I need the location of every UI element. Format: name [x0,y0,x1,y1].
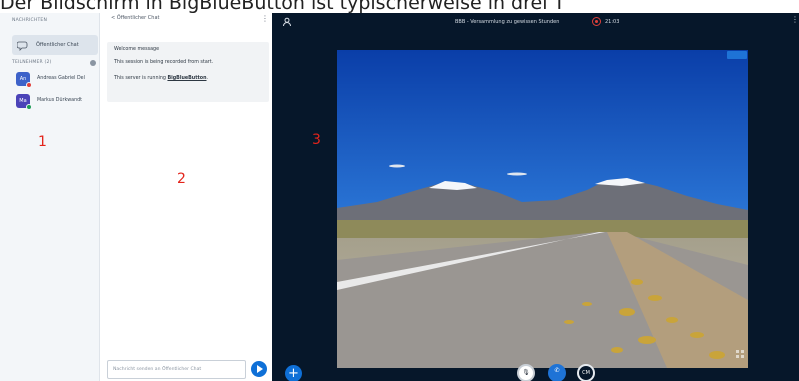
phone-icon: ✆ [554,367,560,374]
recording-time: 21:03 [605,19,620,25]
shared-screen-landscape-image [337,50,748,368]
region-marker-1: 1 [38,134,47,150]
send-button[interactable] [251,361,267,377]
share-webcam-button[interactable]: CM [577,364,595,381]
status-dot [26,82,32,88]
welcome-title: Welcome message [114,47,160,52]
welcome-message-box: Welcome message This session is being re… [107,42,269,102]
actions-add-button[interactable]: + [285,365,302,381]
gear-icon[interactable] [90,60,96,66]
left-sidebar: NACHRICHTEN Öffentlicher Chat TEILNEHMER… [0,10,100,381]
user-name: Markus Dürkwandt [37,98,83,103]
leave-audio-button[interactable]: ✆ [548,364,566,381]
mute-mic-button[interactable]: 🎙 [517,364,535,381]
chat-options-icon[interactable]: ⋮ [261,14,269,23]
camera-icon: CM [582,370,590,376]
user-icon[interactable] [282,17,292,27]
user-list-item[interactable]: Ma Markus Dürkwandt [16,94,100,112]
user-name: Andreas Gabriel Del [37,76,85,81]
avatar: An [16,72,32,88]
chat-panel: < Öffentlicher Chat ⋮ Welcome message Th… [101,10,272,381]
message-input[interactable]: Nachricht senden an Öffentlicher Chat [107,360,246,379]
options-icon[interactable]: ⋮ [791,15,799,24]
messages-section-label: NACHRICHTEN [12,18,48,23]
users-section-label: TEILNEHMER (2) [12,60,52,65]
fullscreen-icon[interactable] [735,349,745,359]
public-chat-label: Öffentlicher Chat [36,42,79,48]
region-marker-2: 2 [177,171,186,187]
server-notice: This server is running BigBlueButton. [114,76,209,81]
bigbluebutton-link[interactable]: BigBlueButton [167,76,206,81]
mic-icon: 🎙 [522,369,530,376]
region-marker-3: 3 [312,132,321,148]
caption-text: Der Bildschirm in BigBlueButton ist typi… [0,0,799,13]
meeting-title: BBB - Versammlung zu gewissen Stunden [455,19,560,25]
status-dot [26,104,32,110]
chat-header-back-link[interactable]: < Öffentlicher Chat [111,15,159,21]
minimize-presentation-button[interactable] [727,51,747,59]
presentation-area: BBB - Versammlung zu gewissen Stunden 21… [272,10,799,381]
user-list-item[interactable]: An Andreas Gabriel Del [16,72,100,90]
recorded-notice: This session is being recorded from star… [114,60,214,65]
avatar: Ma [16,94,32,110]
sidebar-item-public-chat[interactable]: Öffentlicher Chat [12,35,98,55]
recording-icon[interactable] [592,17,601,26]
chat-bubble-icon [17,41,28,51]
